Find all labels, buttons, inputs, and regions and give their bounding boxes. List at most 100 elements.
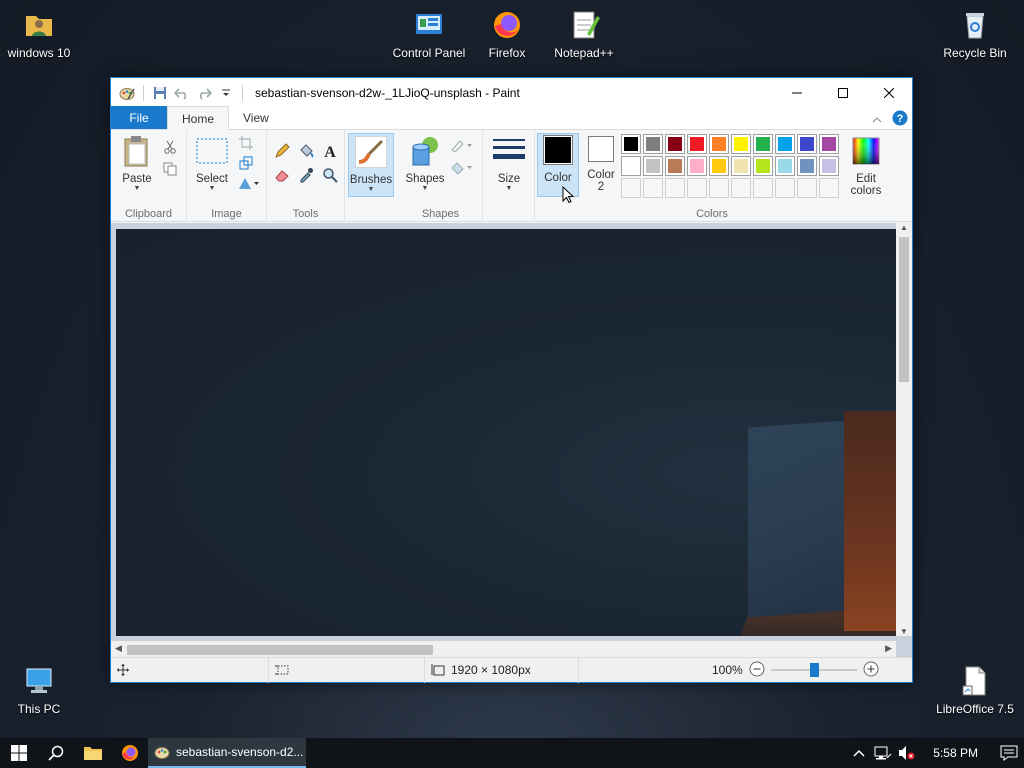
desktop-icon-windows10[interactable]: windows 10 xyxy=(0,8,82,61)
maximize-button[interactable] xyxy=(820,78,866,107)
rotate-icon[interactable] xyxy=(237,174,261,192)
fill-icon[interactable] xyxy=(449,158,475,176)
title-bar[interactable]: sebastian-svenson-d2w-_1LJioQ-unsplash -… xyxy=(111,78,912,107)
paint-window[interactable]: sebastian-svenson-d2w-_1LJioQ-unsplash -… xyxy=(110,77,913,683)
minimize-button[interactable] xyxy=(774,78,820,107)
select-button[interactable]: Select ▼ xyxy=(191,134,233,193)
group-brushes: Brushes ▼ xyxy=(345,130,399,222)
palette-swatch[interactable] xyxy=(687,156,707,176)
palette-swatch[interactable] xyxy=(753,134,773,154)
palette-swatch[interactable] xyxy=(797,156,817,176)
scroll-right-icon[interactable]: ▶ xyxy=(885,643,892,654)
palette-swatch[interactable] xyxy=(819,156,839,176)
palette-swatch-empty[interactable] xyxy=(621,178,641,198)
desktop-icon-this-pc[interactable]: This PC xyxy=(0,664,82,717)
desktop-icon-recycle-bin[interactable]: Recycle Bin xyxy=(932,8,1018,61)
palette-swatch-empty[interactable] xyxy=(797,178,817,198)
brushes-button[interactable]: Brushes ▼ xyxy=(348,133,394,197)
palette-swatch[interactable] xyxy=(775,156,795,176)
palette-swatch[interactable] xyxy=(731,134,751,154)
palette-swatch[interactable] xyxy=(775,134,795,154)
desktop-icon-libreoffice[interactable]: LibreOffice 7.5 xyxy=(932,664,1018,717)
palette-swatch-empty[interactable] xyxy=(775,178,795,198)
desktop-icon-control-panel[interactable]: Control Panel xyxy=(386,8,472,61)
copy-icon[interactable] xyxy=(161,160,179,178)
paste-button[interactable]: Paste ▼ xyxy=(117,134,157,193)
zoom-slider-knob[interactable] xyxy=(809,663,819,677)
horizontal-scrollbar[interactable]: ◀ ▶ xyxy=(111,641,896,658)
firefox-taskbar-button[interactable] xyxy=(111,738,148,768)
save-icon[interactable] xyxy=(150,83,170,103)
palette-swatch[interactable] xyxy=(665,134,685,154)
scroll-up-icon[interactable]: ▲ xyxy=(896,223,912,232)
palette-swatch-empty[interactable] xyxy=(709,178,729,198)
edit-colors-button[interactable]: Edit colors xyxy=(847,134,885,197)
network-icon[interactable] xyxy=(871,738,895,768)
help-icon[interactable]: ? xyxy=(892,110,908,129)
palette-swatch[interactable] xyxy=(687,134,707,154)
tab-home[interactable]: Home xyxy=(167,106,230,130)
palette-swatch[interactable] xyxy=(797,134,817,154)
text-tool-icon[interactable]: A xyxy=(321,142,339,160)
close-button[interactable] xyxy=(866,78,912,107)
palette-swatch-empty[interactable] xyxy=(665,178,685,198)
palette-swatch[interactable] xyxy=(731,156,751,176)
vertical-scroll-thumb[interactable] xyxy=(899,237,909,382)
image-size-cell: 1920 × 1080px xyxy=(425,657,579,683)
horizontal-scroll-thumb[interactable] xyxy=(127,645,433,655)
vertical-scrollbar[interactable]: ▲ ▼ xyxy=(896,223,912,636)
palette-swatch[interactable] xyxy=(753,156,773,176)
palette-swatch[interactable] xyxy=(643,156,663,176)
paint-app-icon[interactable] xyxy=(117,83,137,103)
zoom-out-icon[interactable] xyxy=(749,661,765,680)
palette-swatch[interactable] xyxy=(643,134,663,154)
palette-swatch[interactable] xyxy=(621,134,641,154)
start-button[interactable] xyxy=(0,738,37,768)
desktop-icon-firefox[interactable]: Firefox xyxy=(464,8,550,61)
zoom-slider[interactable] xyxy=(770,660,857,680)
shapes-button[interactable]: Shapes ▼ xyxy=(405,134,445,193)
cut-icon[interactable] xyxy=(161,138,179,156)
palette-swatch[interactable] xyxy=(709,156,729,176)
fill-bucket-icon[interactable] xyxy=(297,142,315,160)
customize-toolbar-icon[interactable] xyxy=(216,83,236,103)
tab-view[interactable]: View xyxy=(229,106,283,129)
ribbon-tab-bar: File Home View ? xyxy=(111,106,912,130)
canvas-area[interactable]: ▲ ▼ ◀ ▶ xyxy=(111,223,912,658)
zoom-in-icon[interactable] xyxy=(863,661,879,680)
palette-swatch[interactable] xyxy=(621,156,641,176)
tab-file[interactable]: File xyxy=(111,106,167,129)
desktop-icon-notepadpp[interactable]: Notepad++ xyxy=(541,8,627,61)
paint-taskbar-button[interactable]: sebastian-svenson-d2... xyxy=(148,738,306,768)
color2-button[interactable]: Color 2 xyxy=(583,134,619,193)
show-hidden-icons-icon[interactable] xyxy=(847,738,871,768)
redo-icon[interactable] xyxy=(194,83,214,103)
pencil-icon[interactable] xyxy=(273,142,291,160)
collapse-ribbon-icon[interactable] xyxy=(872,113,882,127)
crop-icon[interactable] xyxy=(237,134,255,152)
resize-icon[interactable] xyxy=(237,154,255,172)
image-canvas[interactable] xyxy=(116,229,897,636)
file-explorer-taskbar-button[interactable] xyxy=(74,738,111,768)
taskbar-clock[interactable]: 5:58 PM xyxy=(919,746,994,760)
palette-swatch-empty[interactable] xyxy=(753,178,773,198)
palette-swatch[interactable] xyxy=(819,134,839,154)
size-button[interactable]: Size ▼ xyxy=(489,134,529,193)
palette-swatch-empty[interactable] xyxy=(687,178,707,198)
outline-icon[interactable] xyxy=(449,136,475,154)
scroll-left-icon[interactable]: ◀ xyxy=(115,643,122,654)
palette-swatch[interactable] xyxy=(709,134,729,154)
color-picker-icon[interactable] xyxy=(297,166,315,184)
speaker-muted-icon[interactable] xyxy=(895,738,919,768)
palette-swatch[interactable] xyxy=(665,156,685,176)
eraser-icon[interactable] xyxy=(273,166,291,184)
undo-icon[interactable] xyxy=(172,83,192,103)
desktop-icon-label: Firefox xyxy=(488,46,526,60)
notifications-icon[interactable] xyxy=(994,738,1024,768)
search-button[interactable] xyxy=(37,738,74,768)
palette-swatch-empty[interactable] xyxy=(819,178,839,198)
magnifier-icon[interactable] xyxy=(321,166,339,184)
palette-swatch-empty[interactable] xyxy=(643,178,663,198)
palette-swatch-empty[interactable] xyxy=(731,178,751,198)
scroll-down-icon[interactable]: ▼ xyxy=(896,627,912,636)
